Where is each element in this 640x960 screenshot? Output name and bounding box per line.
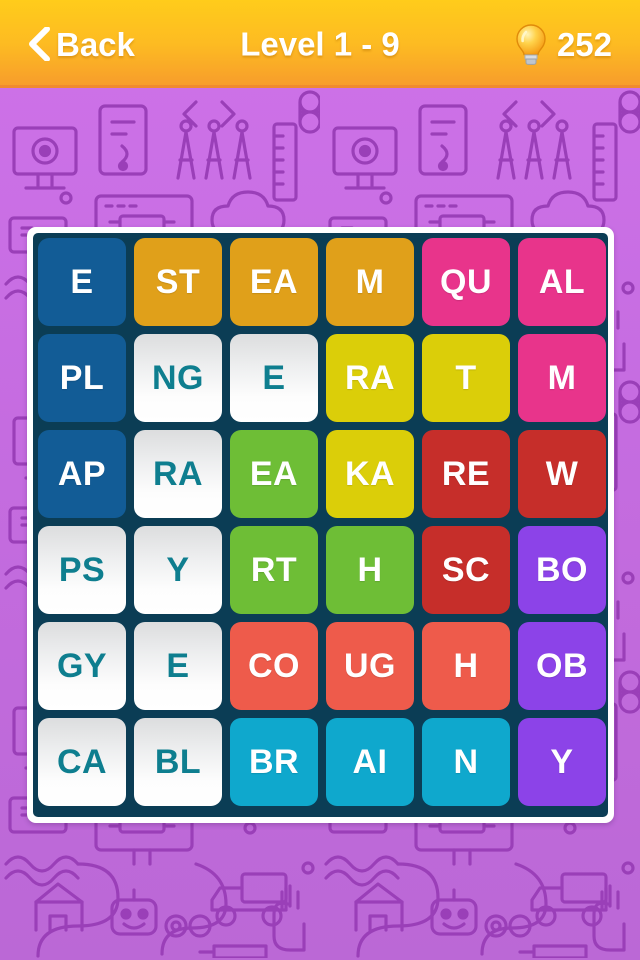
letter-tile[interactable]: W bbox=[518, 430, 606, 518]
letter-tile[interactable]: GY bbox=[38, 622, 126, 710]
letter-tile[interactable]: NG bbox=[134, 334, 222, 422]
header-bar: Back Level 1 - 9 252 bbox=[0, 0, 640, 88]
letter-tile[interactable]: CA bbox=[38, 718, 126, 806]
letter-tile[interactable]: PL bbox=[38, 334, 126, 422]
letter-tile[interactable]: BR bbox=[230, 718, 318, 806]
puzzle-board-inner: E ST EA M QU AL PL NG E RA T M AP RA EA KA RE W PS Y RT H SC BO… bbox=[33, 233, 608, 817]
letter-tile[interactable]: SC bbox=[422, 526, 510, 614]
lightbulb-icon bbox=[514, 23, 548, 65]
letter-tile[interactable]: E bbox=[38, 238, 126, 326]
letter-tile[interactable]: M bbox=[518, 334, 606, 422]
letter-tile[interactable]: H bbox=[326, 526, 414, 614]
letter-grid: E ST EA M QU AL PL NG E RA T M AP RA EA KA RE W PS Y RT H SC BO… bbox=[38, 238, 606, 806]
letter-tile[interactable]: QU bbox=[422, 238, 510, 326]
letter-tile[interactable]: EA bbox=[230, 238, 318, 326]
letter-tile[interactable]: ST bbox=[134, 238, 222, 326]
letter-tile[interactable]: BO bbox=[518, 526, 606, 614]
letter-tile[interactable]: CO bbox=[230, 622, 318, 710]
letter-tile[interactable]: AI bbox=[326, 718, 414, 806]
letter-tile[interactable]: RA bbox=[326, 334, 414, 422]
letter-tile[interactable]: Y bbox=[134, 526, 222, 614]
puzzle-board-frame: E ST EA M QU AL PL NG E RA T M AP RA EA KA RE W PS Y RT H SC BO… bbox=[27, 227, 614, 823]
hint-count-label: 252 bbox=[556, 25, 612, 63]
chevron-left-icon bbox=[28, 27, 50, 61]
letter-tile[interactable]: BL bbox=[134, 718, 222, 806]
letter-tile[interactable]: UG bbox=[326, 622, 414, 710]
letter-tile[interactable]: RE bbox=[422, 430, 510, 518]
letter-tile[interactable]: EA bbox=[230, 430, 318, 518]
letter-tile[interactable]: E bbox=[230, 334, 318, 422]
hint-counter[interactable]: 252 bbox=[514, 23, 612, 65]
letter-tile[interactable]: N bbox=[422, 718, 510, 806]
back-button-label: Back bbox=[56, 25, 135, 63]
letter-tile[interactable]: OB bbox=[518, 622, 606, 710]
letter-tile[interactable]: KA bbox=[326, 430, 414, 518]
letter-tile[interactable]: RA bbox=[134, 430, 222, 518]
letter-tile[interactable]: AL bbox=[518, 238, 606, 326]
game-screen: Back Level 1 - 9 252 E ST EA M QU AL PL … bbox=[0, 0, 640, 960]
letter-tile[interactable]: H bbox=[422, 622, 510, 710]
letter-tile[interactable]: PS bbox=[38, 526, 126, 614]
back-button[interactable]: Back bbox=[28, 27, 135, 61]
letter-tile[interactable]: Y bbox=[518, 718, 606, 806]
letter-tile[interactable]: E bbox=[134, 622, 222, 710]
letter-tile[interactable]: AP bbox=[38, 430, 126, 518]
letter-tile[interactable]: M bbox=[326, 238, 414, 326]
letter-tile[interactable]: T bbox=[422, 334, 510, 422]
letter-tile[interactable]: RT bbox=[230, 526, 318, 614]
